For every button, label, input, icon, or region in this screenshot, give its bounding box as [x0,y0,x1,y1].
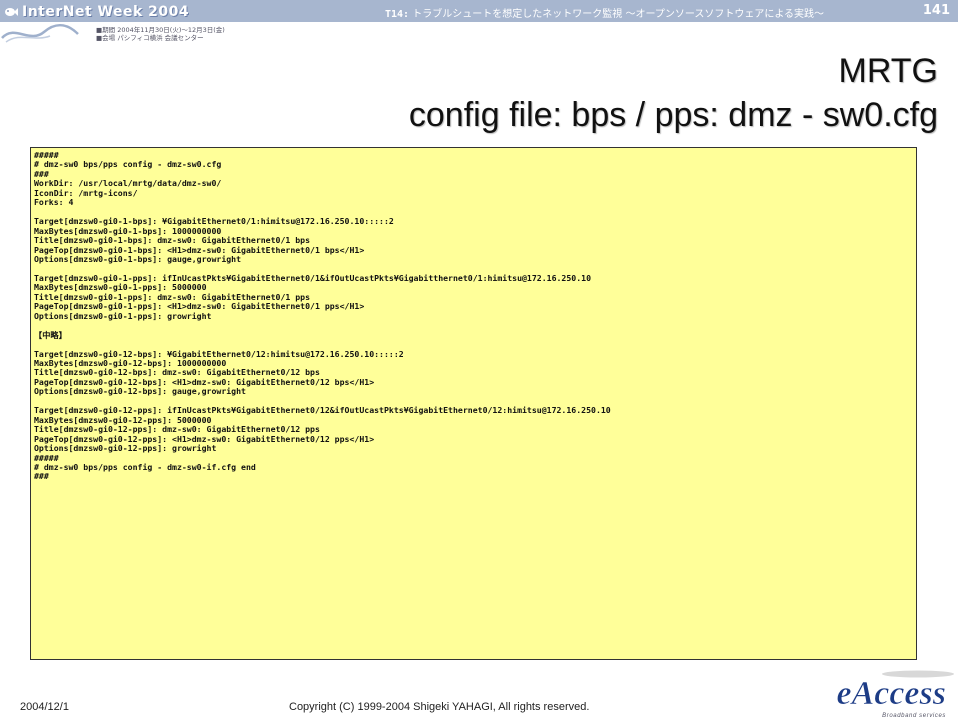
config-code-box: ##### # dmz-sw0 bps/pps config - dmz-sw0… [30,147,917,660]
event-info: ■期間 2004年11月30日(火)～12月3日(金) ■会場 パシフィコ横浜 … [96,26,225,42]
session-name: トラブルシュートを想定したネットワーク監視 ～オープンソースソフトウェアによる実… [412,9,825,20]
internet-week-logo: InterNet Week 2004 [4,2,189,22]
fish-icon [5,8,18,16]
footer-date: 2004/12/1 [20,701,69,713]
event-period: ■期間 2004年11月30日(火)～12月3日(金) [96,26,225,34]
config-code: ##### # dmz-sw0 bps/pps config - dmz-sw0… [34,151,611,482]
header-bar: InterNet Week 2004 T14: トラブルシュートを想定したネット… [0,0,958,22]
session-title: T14: トラブルシュートを想定したネットワーク監視 ～オープンソースソフトウェ… [385,5,824,20]
footer-copyright: Copyright (C) 1999-2004 Shigeki YAHAGI, … [289,701,590,713]
eaccess-logo: eAccess Broadband services [836,670,954,719]
page-number: 141 [922,3,950,18]
slide-subtitle: config file: bps / pps: dmz - sw0.cfg [408,96,938,134]
session-code: T14: [385,9,410,20]
swirl-decoration-icon [1,24,79,43]
brand-tagline: Broadband services [882,713,946,719]
slide-title: MRTG [838,52,938,90]
logo-text: InterNet Week 2004 [22,4,190,20]
event-venue: ■会場 パシフィコ横浜 会議センター [96,34,204,42]
brand-name: eAccess [836,675,946,712]
